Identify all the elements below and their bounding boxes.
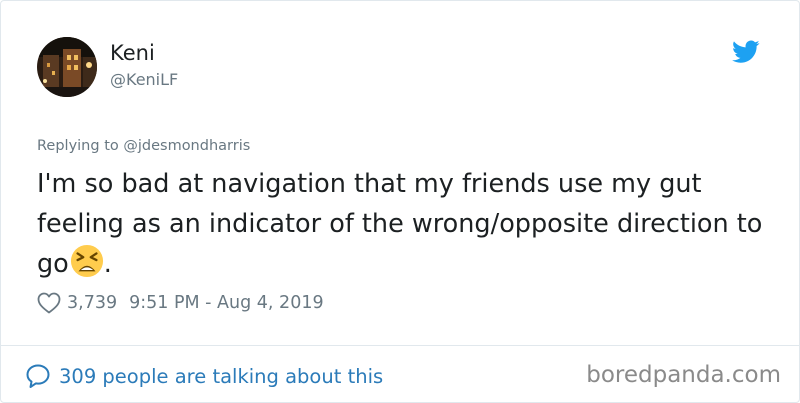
- replying-to[interactable]: Replying to @jdesmondharris: [37, 138, 250, 154]
- tired-face-emoji: [70, 244, 104, 278]
- conversation-link[interactable]: 309 people are talking about this: [25, 361, 383, 391]
- watermark: boredpanda.com: [586, 362, 781, 388]
- tweet-trailing: .: [103, 249, 112, 279]
- tweet-body: I'm so bad at navigation that my friends…: [37, 169, 763, 279]
- avatar[interactable]: [37, 37, 97, 97]
- heart-icon[interactable]: [37, 292, 61, 314]
- avatar-image: [37, 37, 97, 97]
- tweet-meta: 3,739 9:51 PM - Aug 4, 2019: [37, 290, 324, 316]
- author-display-name[interactable]: Keni: [110, 41, 155, 65]
- divider: [1, 345, 799, 346]
- like-count[interactable]: 3,739: [67, 293, 117, 313]
- speech-bubble-icon: [25, 363, 51, 389]
- tweet-card: Keni @KeniLF Replying to @jdesmondharris…: [0, 0, 800, 403]
- twitter-bird-icon[interactable]: [732, 40, 760, 64]
- talking-count-label: 309 people are talking about this: [59, 364, 384, 388]
- author-handle[interactable]: @KeniLF: [110, 70, 178, 89]
- timestamp[interactable]: 9:51 PM - Aug 4, 2019: [129, 293, 323, 313]
- tweet-text: I'm so bad at navigation that my friends…: [37, 164, 777, 284]
